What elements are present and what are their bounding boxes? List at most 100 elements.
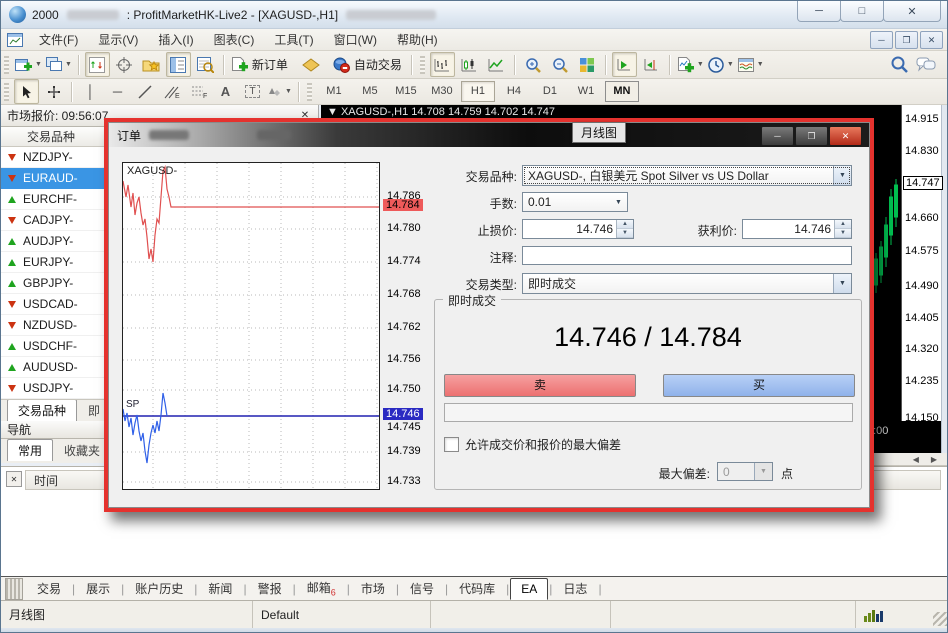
order-type-select[interactable]: 即时成交 ▼ xyxy=(522,273,852,294)
tab-code-base[interactable]: 代码库 xyxy=(449,577,505,600)
close-icon[interactable]: ✕ xyxy=(6,471,22,487)
vertical-line-tool-button[interactable]: │ xyxy=(78,79,103,104)
spinner-arrows[interactable]: ▲▼ xyxy=(834,220,851,238)
toolbar-grip[interactable] xyxy=(420,56,425,74)
menu-charts[interactable]: 图表(C) xyxy=(204,29,265,50)
tab-experts[interactable]: EA xyxy=(510,578,548,600)
zoom-out-button[interactable] xyxy=(548,52,573,77)
close-button[interactable]: ✕ xyxy=(883,1,941,22)
timeframe-h4[interactable]: H4 xyxy=(497,81,531,102)
dialog-close-button[interactable]: ✕ xyxy=(829,126,862,146)
symbol-select[interactable]: XAGUSD-, 白银美元 Spot Silver vs US Dollar ▼ xyxy=(522,165,852,186)
templates-button[interactable]: ▼ xyxy=(737,52,765,77)
tab-common[interactable]: 常用 xyxy=(7,439,53,461)
timeframe-mn[interactable]: MN xyxy=(605,81,639,102)
profiles-button[interactable]: ▼ xyxy=(45,52,73,77)
timeframe-m30[interactable]: M30 xyxy=(425,81,459,102)
candlestick-button[interactable] xyxy=(457,52,482,77)
scroll-right-icon[interactable]: ▶ xyxy=(931,455,937,464)
dialog-minimize-button[interactable]: ─ xyxy=(761,126,794,146)
maximize-button[interactable]: □ xyxy=(840,1,884,22)
data-window-button[interactable] xyxy=(193,52,218,77)
child-restore-button[interactable]: ❐ xyxy=(895,31,918,49)
market-watch-toggle-button[interactable] xyxy=(166,52,191,77)
equidistant-channel-tool-button[interactable]: E xyxy=(159,79,184,104)
toolbar-grip[interactable] xyxy=(307,83,312,101)
menu-help[interactable]: 帮助(H) xyxy=(387,29,448,50)
community-chat-button[interactable] xyxy=(913,52,938,77)
minimize-button[interactable]: ─ xyxy=(797,1,841,22)
order-dialog-titlebar[interactable]: 订单 ─ ❐ ✕ xyxy=(109,123,869,147)
tab-news[interactable]: 新闻 xyxy=(198,577,242,600)
periods-button[interactable]: ▼ xyxy=(707,52,735,77)
menu-insert[interactable]: 插入(I) xyxy=(148,29,203,50)
tick-chart-button[interactable] xyxy=(85,52,110,77)
tab-alerts[interactable]: 警报 xyxy=(248,577,292,600)
new-chart-button[interactable]: ▼ xyxy=(14,52,43,77)
sell-button[interactable]: 卖 xyxy=(444,374,636,397)
metaeditor-button[interactable] xyxy=(299,52,324,77)
terminal-grip-icon[interactable] xyxy=(5,578,23,600)
line-chart-button[interactable] xyxy=(484,52,509,77)
volume-select[interactable]: 0.01 ▼ xyxy=(522,192,628,212)
search-button[interactable] xyxy=(886,52,911,77)
crosshair-button[interactable] xyxy=(112,52,137,77)
tab-signals[interactable]: 信号 xyxy=(400,577,444,600)
child-minimize-button[interactable]: ─ xyxy=(870,31,893,49)
max-deviation-select[interactable]: 0 ▼ xyxy=(717,462,773,481)
timeframe-w1[interactable]: W1 xyxy=(569,81,603,102)
deviation-checkbox[interactable] xyxy=(444,437,459,452)
buy-button[interactable]: 买 xyxy=(663,374,855,397)
chart-price-scale[interactable]: 14.915 14.830 14.747 14.660 14.575 14.49… xyxy=(901,105,941,421)
timeframe-m15[interactable]: M15 xyxy=(389,81,423,102)
favorites-button[interactable] xyxy=(139,52,164,77)
max-deviation-label: 最大偏差: xyxy=(555,465,710,482)
toolbar-grip[interactable] xyxy=(4,56,9,74)
dialog-restore-button[interactable]: ❐ xyxy=(795,126,828,146)
indicators-button[interactable]: ▼ xyxy=(676,52,705,77)
takeprofit-input[interactable]: 14.746 ▲▼ xyxy=(742,219,852,239)
tab-trade[interactable]: 交易 xyxy=(27,577,71,600)
tab-exposure[interactable]: 展示 xyxy=(76,577,120,600)
status-profile[interactable]: Default xyxy=(253,601,431,628)
menu-window[interactable]: 窗口(W) xyxy=(324,29,387,50)
zoom-in-button[interactable] xyxy=(521,52,546,77)
tile-windows-button[interactable] xyxy=(575,52,600,77)
auto-scroll-button[interactable] xyxy=(612,52,637,77)
toolbar-grip[interactable] xyxy=(4,83,9,101)
chart-shift-button[interactable] xyxy=(639,52,664,77)
tab-account-history[interactable]: 账户历史 xyxy=(125,577,193,600)
trendline-tool-button[interactable] xyxy=(132,79,157,104)
text-label-tool-button[interactable]: T xyxy=(240,79,265,104)
new-order-button[interactable]: 新订单 xyxy=(230,52,292,77)
menu-file[interactable]: 文件(F) xyxy=(29,29,88,50)
menu-tools[interactable]: 工具(T) xyxy=(264,29,323,50)
cursor-tool-button[interactable] xyxy=(14,79,39,104)
timeframe-m5[interactable]: M5 xyxy=(353,81,387,102)
horizontal-line-tool-button[interactable]: ─ xyxy=(105,79,130,104)
shapes-tool-button[interactable]: ▼ xyxy=(267,79,293,104)
scroll-left-icon[interactable]: ◀ xyxy=(913,455,919,464)
menu-view[interactable]: 显示(V) xyxy=(88,29,148,50)
tab-favorites[interactable]: 收藏夹 xyxy=(53,439,111,461)
tab-mailbox[interactable]: 邮箱6 xyxy=(297,576,346,600)
chevron-down-icon[interactable]: ▼ xyxy=(833,166,851,185)
crosshair-tool-button[interactable] xyxy=(41,79,66,104)
child-close-button[interactable]: ✕ xyxy=(920,31,943,49)
tab-journal[interactable]: 日志 xyxy=(553,577,597,600)
chevron-down-icon[interactable]: ▼ xyxy=(833,274,851,293)
collapse-chevron-icon[interactable]: ▼ xyxy=(327,106,338,118)
deviation-checkbox-row[interactable]: 允许成交价和报价的最大偏差 xyxy=(444,436,621,453)
chevron-down-icon[interactable]: ▼ xyxy=(610,193,627,211)
timeframe-d1[interactable]: D1 xyxy=(533,81,567,102)
comment-input[interactable] xyxy=(522,246,852,265)
resize-grip[interactable] xyxy=(933,612,947,626)
text-tool-button[interactable]: A xyxy=(213,79,238,104)
tab-symbols[interactable]: 交易品种 xyxy=(7,399,77,421)
fibonacci-tool-button[interactable]: F xyxy=(186,79,211,104)
bar-chart-button[interactable] xyxy=(430,52,455,77)
autotrading-button[interactable]: 自动交易 xyxy=(331,52,406,77)
timeframe-h1[interactable]: H1 xyxy=(461,81,495,102)
timeframe-m1[interactable]: M1 xyxy=(317,81,351,102)
tab-market[interactable]: 市场 xyxy=(351,577,395,600)
